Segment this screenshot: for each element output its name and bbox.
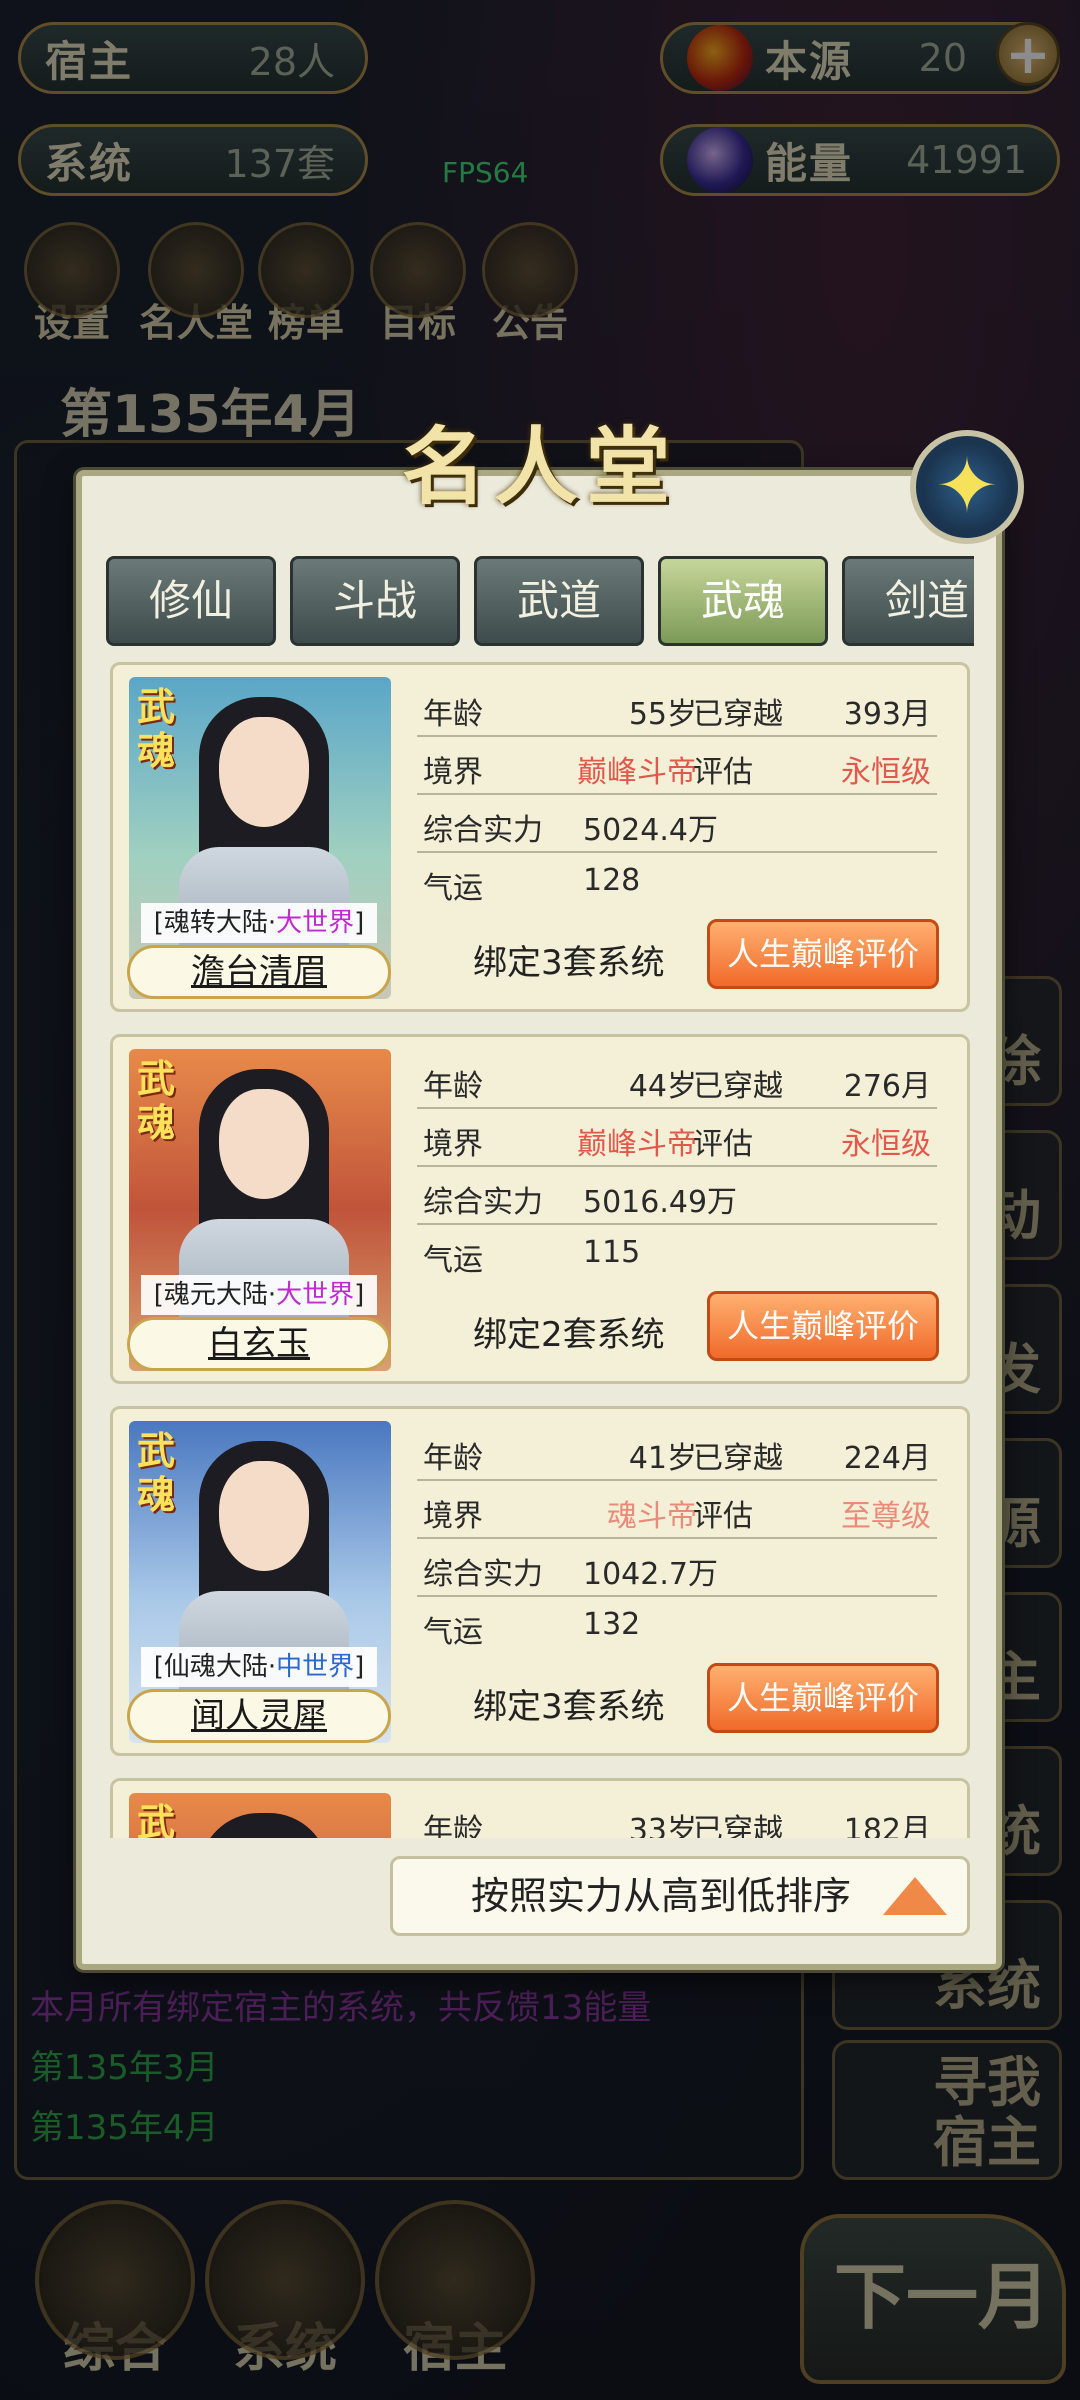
bound-systems: 绑定3套系统 [473,1687,665,1727]
divider [417,1165,937,1167]
realm-label: 境界 [423,755,483,790]
luck-value: 128 [583,863,641,898]
world-label: [魂元大陆·大世界] [141,1275,377,1315]
luck-value: 132 [583,1607,641,1642]
power-label: 综合实力 [423,1557,543,1592]
badge-text: 武魂 [137,1428,176,1517]
portrait-hair [199,1813,329,1838]
divider [417,851,937,853]
world-suffix: ] [354,1280,365,1310]
badge-text: 武 [137,1800,176,1839]
divider [417,793,937,795]
list-item: 武魂 [仙魂大陆·中世界] 闻人灵犀 年龄 41岁 已穿越 224月 境界 魂斗… [110,1406,970,1756]
hall-of-fame-list[interactable]: 武魂 [魂转大陆·大世界] 澹台清眉 年龄 55岁 已穿越 393月 境界 巅峰… [106,660,974,1838]
power-label: 综合实力 [423,813,543,848]
traveled-label: 已穿越 [693,1441,783,1476]
traveled-value: 224月 [843,1441,931,1476]
traveled-value: 276月 [843,1069,931,1104]
world-suffix: ] [354,1652,365,1682]
portrait-face [219,1089,309,1199]
divider [417,1223,937,1225]
realm-value: 魂斗帝 [607,1499,697,1534]
world-size: 中世界 [276,1652,355,1682]
sort-ascending-triangle-icon [883,1877,947,1915]
peak-eval-button[interactable]: 人生巅峰评价 [707,919,939,989]
tab-xiuxian[interactable]: 修仙 [106,556,276,646]
host-name[interactable]: 白玄玉 [127,1317,391,1371]
luck-label: 气运 [423,1243,483,1278]
realm-value: 巅峰斗帝 [577,1127,697,1162]
world-prefix: [魂转大陆· [153,908,277,938]
close-star-icon: ✦ [935,441,999,530]
peak-eval-button[interactable]: 人生巅峰评价 [707,1291,939,1361]
bound-systems: 绑定2套系统 [473,1315,665,1355]
age-label: 年龄 [423,697,483,732]
tab-jiandao[interactable]: 剑道 [842,556,974,646]
world-size: 大世界 [276,1280,355,1310]
badge-text: 武魂 [137,684,176,773]
list-item: 武 年龄 33岁 已穿越 182月 [110,1778,970,1838]
list-item: 武魂 [魂转大陆·大世界] 澹台清眉 年龄 55岁 已穿越 393月 境界 巅峰… [110,662,970,1012]
world-label: [魂转大陆·大世界] [141,903,377,943]
luck-label: 气运 [423,871,483,906]
power-value: 5016.49万 [583,1185,738,1220]
assess-label: 评估 [693,755,753,790]
tab-douzhan[interactable]: 斗战 [290,556,460,646]
world-size: 大世界 [276,908,355,938]
world-suffix: ] [354,908,365,938]
divider [417,1479,937,1481]
category-tabs: 修仙 斗战 武道 武魂 剑道 [106,556,974,648]
assess-value: 永恒级 [841,755,931,790]
age-label: 年龄 [423,1813,483,1838]
modal-title-banner: 名人堂 [340,400,740,516]
traveled-label: 已穿越 [693,1069,783,1104]
power-label: 综合实力 [423,1185,543,1220]
badge-text: 武魂 [137,1056,176,1145]
close-button[interactable]: ✦ [910,430,1024,544]
assess-label: 评估 [693,1127,753,1162]
portrait-face [219,1461,309,1571]
age-value: 41岁 [628,1441,697,1476]
host-name[interactable]: 澹台清眉 [127,945,391,999]
age-value: 33岁 [628,1813,697,1838]
assess-value: 永恒级 [841,1127,931,1162]
luck-value: 115 [583,1235,641,1270]
sort-label: 按照实力从高到低排序 [471,1874,852,1918]
age-value: 55岁 [628,697,697,732]
assess-value: 至尊级 [841,1499,931,1534]
traveled-value: 182月 [843,1813,931,1838]
age-value: 44岁 [628,1069,697,1104]
realm-value: 巅峰斗帝 [577,755,697,790]
host-name[interactable]: 闻人灵犀 [127,1689,391,1743]
world-prefix: [仙魂大陆· [153,1652,277,1682]
bound-systems: 绑定3套系统 [473,943,665,983]
world-prefix: [魂元大陆· [153,1280,277,1310]
realm-label: 境界 [423,1127,483,1162]
divider [417,1537,937,1539]
traveled-label: 已穿越 [693,1813,783,1838]
divider [417,1107,937,1109]
host-portrait[interactable]: 武 [129,1793,391,1838]
divider [417,1595,937,1597]
traveled-label: 已穿越 [693,697,783,732]
power-value: 5024.4万 [583,813,718,848]
assess-label: 评估 [693,1499,753,1534]
portrait-face [219,717,309,827]
list-item: 武魂 [魂元大陆·大世界] 白玄玉 年龄 44岁 已穿越 276月 境界 巅峰斗… [110,1034,970,1384]
tab-wudao[interactable]: 武道 [474,556,644,646]
divider [417,735,937,737]
realm-label: 境界 [423,1499,483,1534]
sort-button[interactable]: 按照实力从高到低排序 [390,1856,970,1936]
age-label: 年龄 [423,1069,483,1104]
power-value: 1042.7万 [583,1557,718,1592]
luck-label: 气运 [423,1615,483,1650]
world-label: [仙魂大陆·中世界] [141,1647,377,1687]
peak-eval-button[interactable]: 人生巅峰评价 [707,1663,939,1733]
traveled-value: 393月 [843,697,931,732]
modal-title: 名人堂 [401,417,678,516]
tab-wuhun[interactable]: 武魂 [658,556,828,646]
age-label: 年龄 [423,1441,483,1476]
